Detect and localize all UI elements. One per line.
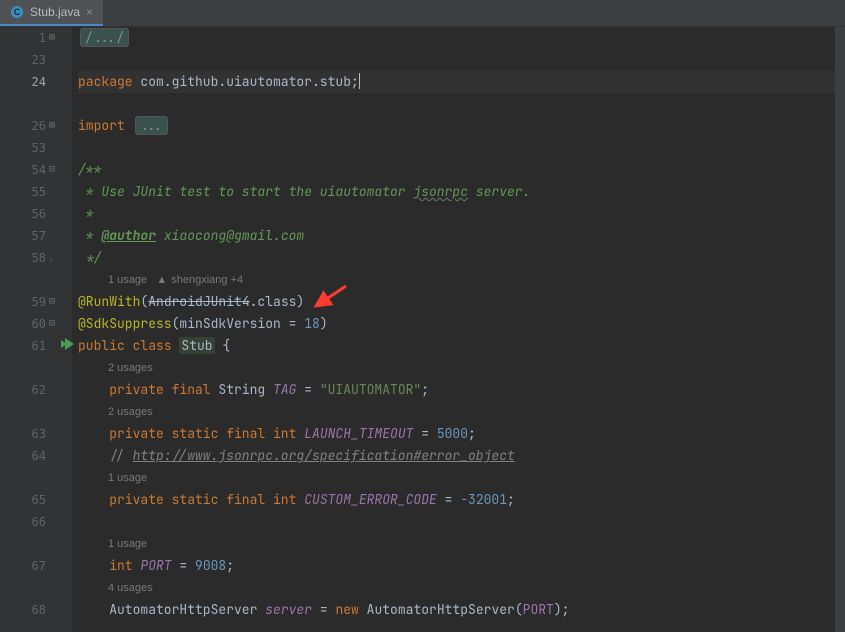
usage-inlay[interactable]: 1 usage: [108, 274, 147, 286]
package-name: com.github.uiautomator.stub: [140, 73, 351, 90]
javadoc-open: /**: [78, 161, 101, 178]
typo-word: jsonrpc: [413, 183, 468, 200]
keyword-package: package: [78, 73, 140, 90]
fold-toggle-icon[interactable]: ⊟: [46, 313, 58, 335]
javadoc-close: */: [78, 249, 101, 266]
line-number: 62: [0, 379, 46, 401]
line-number: 64: [0, 445, 46, 467]
fold-toggle-icon[interactable]: ⊟: [46, 159, 58, 181]
close-tab-icon[interactable]: ×: [86, 5, 93, 19]
line-number: 54⊟: [0, 159, 46, 181]
fold-toggle-icon[interactable]: ⊞: [46, 115, 58, 137]
vertical-scrollbar[interactable]: [835, 27, 845, 632]
line-number: 1⊞: [0, 27, 46, 49]
line-number: [0, 533, 46, 555]
fold-toggle-icon[interactable]: ⊟: [46, 291, 58, 313]
code-editor[interactable]: 1⊞232426⊞5354⊟55565758⌞59⊟60⊟61626364656…: [0, 27, 845, 632]
line-number: 56: [0, 203, 46, 225]
tab-bar: C Stub.java ×: [0, 0, 845, 27]
line-number: 53: [0, 137, 46, 159]
line-number: 66: [0, 511, 46, 533]
line-number: 61: [0, 335, 46, 357]
author-icon: ▲: [156, 269, 167, 291]
comment-link[interactable]: http://www.jsonrpc.org/specification#err…: [133, 447, 515, 464]
deprecated-class: AndroidJUnit4: [148, 293, 249, 310]
line-number: 58⌞: [0, 247, 46, 269]
field-tag: TAG: [273, 381, 296, 398]
line-number: 26⊞: [0, 115, 46, 137]
java-class-icon: C: [10, 5, 24, 19]
usage-inlay[interactable]: 2 usages: [108, 362, 153, 374]
line-number: 23: [0, 49, 46, 71]
line-number: [0, 357, 46, 379]
line-number: 60⊟: [0, 313, 46, 335]
line-number: [0, 269, 46, 291]
code-area[interactable]: /.../ package com.github.uiautomator.stu…: [60, 27, 845, 632]
line-number-gutter: 1⊞232426⊞5354⊟55565758⌞59⊟60⊟61626364656…: [0, 27, 60, 632]
file-tab[interactable]: C Stub.java ×: [0, 0, 103, 26]
field-server: server: [265, 601, 312, 618]
line-number: [0, 401, 46, 423]
annotation-runwith: @RunWith: [78, 293, 140, 310]
line-number: 65: [0, 489, 46, 511]
field-port: PORT: [140, 557, 171, 574]
usage-inlay[interactable]: 1 usage: [108, 538, 147, 550]
line-number: 68: [0, 599, 46, 621]
javadoc-tag-author: @author: [101, 227, 156, 244]
line-number: 57: [0, 225, 46, 247]
line-number: 59⊟: [0, 291, 46, 313]
line-number: [0, 467, 46, 489]
line-number: [0, 577, 46, 599]
folded-imports[interactable]: ...: [135, 116, 168, 135]
class-name: Stub: [179, 337, 214, 354]
tab-filename: Stub.java: [30, 5, 80, 19]
line-number: 63: [0, 423, 46, 445]
usage-inlay[interactable]: 1 usage: [108, 472, 147, 484]
text-caret: [359, 73, 360, 89]
line-number: [0, 93, 46, 115]
line-number: 67: [0, 555, 46, 577]
keyword-import: import: [78, 117, 133, 134]
fold-toggle-icon[interactable]: ⊞: [46, 27, 58, 49]
line-number: 24: [0, 71, 46, 93]
author-inlay[interactable]: shengxiang +4: [171, 274, 243, 286]
folded-region[interactable]: /.../: [80, 28, 129, 47]
fold-toggle-icon[interactable]: ⌞: [46, 247, 58, 269]
field-custom-error-code: CUSTOM_ERROR_CODE: [304, 491, 437, 508]
annotation-sdksuppress: @SdkSuppress: [78, 315, 172, 332]
usage-inlay[interactable]: 2 usages: [108, 406, 153, 418]
line-number: 55: [0, 181, 46, 203]
svg-text:C: C: [14, 7, 21, 17]
usage-inlay[interactable]: 4 usages: [108, 582, 153, 594]
field-launch-timeout: LAUNCH_TIMEOUT: [304, 425, 413, 442]
